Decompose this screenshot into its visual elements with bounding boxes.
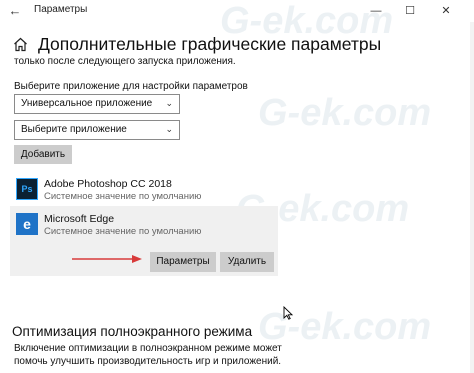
app-type-value: Универсальное приложение (21, 98, 153, 109)
edge-icon: e (16, 213, 38, 235)
scrollbar[interactable] (470, 22, 474, 373)
delete-button[interactable]: Удалить (220, 252, 274, 272)
watermark: G-ek.com (258, 92, 432, 134)
photoshop-icon: Ps (16, 178, 38, 200)
home-icon[interactable] (12, 36, 28, 52)
app-name: Microsoft Edge (44, 213, 115, 225)
select-app-label: Выберите приложение для настройки параме… (14, 81, 248, 92)
maximize-icon[interactable]: ☐ (394, 0, 426, 22)
minimize-icon[interactable]: — (360, 0, 392, 22)
back-arrow-icon[interactable]: ← (6, 2, 24, 20)
fullscreen-heading: Оптимизация полноэкранного режима (12, 324, 253, 339)
app-item-edge[interactable]: e Microsoft Edge Системное значение по у… (14, 210, 278, 240)
mouse-cursor-icon (283, 306, 293, 320)
app-select-value: Выберите приложение (21, 124, 127, 135)
red-arrow-annotation (72, 255, 142, 263)
title-bar: ← Параметры — ☐ ✕ (0, 0, 474, 22)
params-button[interactable]: Параметры (150, 252, 216, 272)
app-status: Системное значение по умолчанию (44, 226, 202, 237)
chevron-down-icon: ⌄ (165, 124, 173, 134)
chevron-down-icon: ⌄ (165, 98, 173, 108)
app-name: Adobe Photoshop CC 2018 (44, 178, 172, 190)
add-button[interactable]: Добавить (14, 145, 72, 164)
close-icon[interactable]: ✕ (430, 0, 462, 22)
fullscreen-description: Включение оптимизации в полноэкранном ре… (14, 343, 282, 367)
page-header: Дополнительные графические параметры (12, 32, 381, 56)
page-subtext: только после следующего запуска приложен… (14, 56, 236, 67)
app-type-dropdown[interactable]: Универсальное приложение ⌄ (14, 94, 180, 114)
app-select-dropdown[interactable]: Выберите приложение ⌄ (14, 120, 180, 140)
app-item-photoshop[interactable]: Ps Adobe Photoshop CC 2018 Системное зна… (14, 175, 278, 205)
page-title: Дополнительные графические параметры (38, 33, 382, 54)
app-status: Системное значение по умолчанию (44, 191, 202, 202)
window-title: Параметры (34, 4, 88, 15)
